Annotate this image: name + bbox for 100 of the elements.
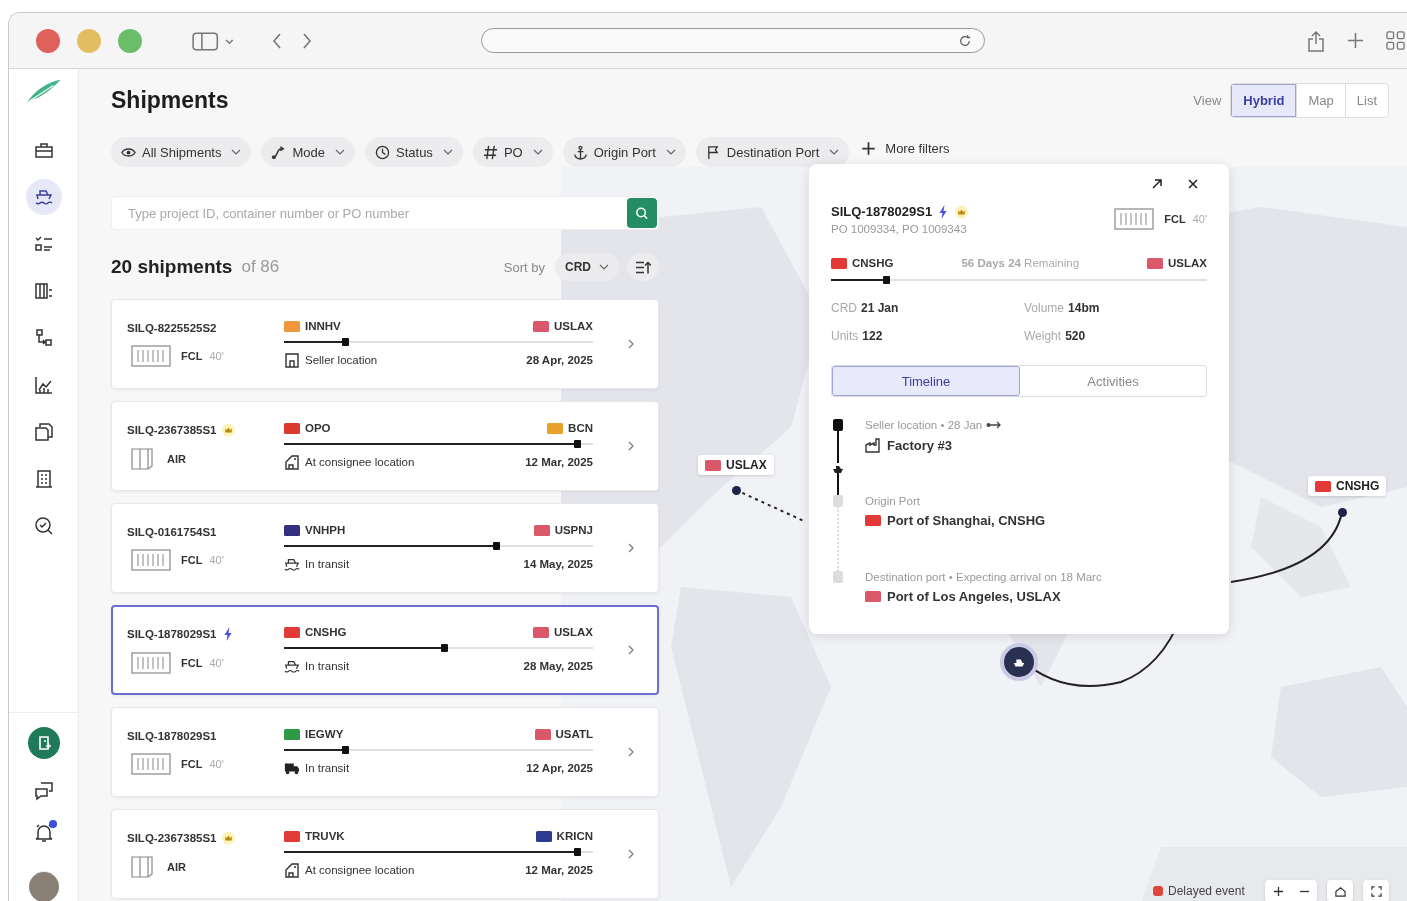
sort-icon (635, 259, 651, 275)
fullscreen-icon (1370, 885, 1382, 897)
stat-label: CRD (831, 301, 857, 315)
mode-label: FCL (181, 553, 203, 566)
shipment-id: SILQ-8225525S2 (127, 321, 217, 334)
view-label: View (1193, 92, 1222, 108)
shipment-card[interactable]: SILQ-1878029S1 FCL 40' IEGWY USATL In transit 12 Apr, 2025 (111, 707, 659, 797)
mode-label: FCL (181, 656, 203, 669)
shipment-id: SILQ-1878029S1 (127, 729, 217, 742)
close-window-button[interactable] (36, 28, 60, 53)
back-icon[interactable] (272, 31, 282, 50)
factory-icon (865, 437, 881, 453)
view-tab[interactable]: Map (1296, 83, 1345, 117)
home-button[interactable] (1327, 880, 1353, 901)
page-title: Shipments (111, 86, 229, 114)
filter-dropdown[interactable]: Origin Port (562, 137, 686, 167)
search-button[interactable] (627, 198, 657, 228)
flow-icon (33, 328, 54, 348)
progress-marker (440, 644, 448, 652)
tab-overview-icon[interactable] (1386, 31, 1405, 50)
container-icon (1114, 208, 1155, 230)
sort-dropdown[interactable]: CRD (555, 253, 619, 281)
chevron-right-icon (628, 543, 634, 553)
filter-dropdown[interactable]: Status (365, 137, 463, 167)
address-bar[interactable] (481, 28, 985, 53)
view-tab[interactable]: Hybrid (1231, 83, 1297, 117)
shipment-card[interactable]: SILQ-2367385S1 AIR TRUVK KRICN At consignee location 12 Mar, 2025 (111, 809, 659, 899)
container-size: 40' (209, 757, 224, 770)
shipment-total: of 86 (241, 257, 280, 277)
warehouse-icon (284, 454, 300, 470)
event-title: Port of Los Angeles, USLAX (887, 589, 1061, 604)
stat-value: 520 (1065, 329, 1086, 343)
destination-port: USATL (555, 728, 593, 740)
stat-label: Units (831, 329, 859, 343)
arrow-icon (986, 421, 1003, 429)
ship-icon (284, 658, 300, 674)
container-size: 40' (209, 553, 224, 566)
container-icon (131, 651, 171, 674)
shipment-card[interactable]: SILQ-0161754S1 FCL 40' VNHPH USPNJ In transit 14 May, 2025 (111, 503, 659, 593)
filter-dropdown[interactable]: All Shipments (111, 137, 252, 167)
chevron-down-icon (335, 149, 345, 155)
filter-dropdown[interactable]: PO (472, 137, 553, 167)
chevron-right-icon (628, 849, 634, 859)
filter-dropdown[interactable]: Destination Port (695, 137, 850, 167)
briefcase-icon (33, 140, 54, 160)
container-size: 40' (209, 656, 224, 669)
plus-icon (1272, 885, 1284, 897)
shipment-id: SILQ-0161754S1 (127, 525, 217, 538)
forward-icon[interactable] (302, 31, 312, 50)
stat-value: 122 (862, 329, 883, 343)
shipment-card[interactable]: SILQ-8225525S2 FCL 40' INNHV USLAX Seller location 28 Apr, 2025 (111, 299, 659, 389)
shipment-card[interactable]: SILQ-2367385S1 AIR OPO BCN At consignee location 12 Mar, 2025 (111, 401, 659, 491)
search-field[interactable]: Type project ID, container number or PO number (111, 196, 659, 230)
add-document-button[interactable] (27, 727, 60, 759)
progress-marker (493, 542, 501, 550)
chevron-down-icon (231, 149, 242, 155)
container-size: 40' (209, 349, 224, 362)
plus-icon (861, 140, 877, 156)
mode-label: FCL (181, 757, 203, 770)
columns-icon (33, 281, 54, 301)
shipment-date: 12 Mar, 2025 (525, 456, 593, 468)
shipment-id: SILQ-2367385S1 (127, 423, 217, 436)
container-size: 40' (1192, 213, 1207, 225)
view-tab[interactable]: List (1344, 83, 1388, 117)
new-tab-icon[interactable] (1347, 32, 1364, 49)
port-dot[interactable] (1338, 508, 1347, 517)
origin-port: IEGWY (305, 728, 344, 740)
shipment-card[interactable]: SILQ-1878029S1 FCL 40' CNSHG USLAX In transit 28 May, 2025 (111, 605, 659, 695)
building-icon (33, 469, 54, 489)
flag-icon (705, 144, 721, 160)
shipment-date: 14 May, 2025 (523, 558, 593, 570)
nav-button[interactable] (25, 179, 62, 215)
port-dot[interactable] (732, 486, 741, 495)
origin-port: INNHV (305, 320, 341, 332)
chart-icon (33, 375, 54, 395)
more-filters-link[interactable]: More filters (859, 139, 950, 157)
origin-port: OPO (305, 422, 331, 434)
documents-icon (33, 422, 54, 442)
anchor-icon (572, 144, 588, 160)
port-label[interactable]: CNSHG (1308, 476, 1387, 496)
stat-value: 14bm (1068, 301, 1100, 315)
filter-dropdown[interactable]: Mode (261, 137, 355, 167)
home-icon (1334, 885, 1346, 897)
legend-label: Delayed event (1168, 884, 1245, 898)
fullscreen-button[interactable] (1363, 880, 1389, 901)
reload-icon[interactable] (958, 33, 972, 48)
shipment-count: 20 shipments (111, 256, 233, 278)
close-icon[interactable] (1187, 178, 1199, 190)
avatar[interactable] (28, 871, 59, 901)
container-icon (131, 344, 171, 367)
expand-icon[interactable] (1151, 178, 1163, 190)
detail-tab[interactable]: Timeline (832, 366, 1020, 396)
chat-icon[interactable] (33, 781, 54, 801)
route-icon (271, 144, 287, 160)
port-label[interactable]: USLAX (698, 455, 774, 475)
share-icon[interactable] (1307, 29, 1325, 52)
bell-icon[interactable] (33, 823, 54, 843)
chevron-right-icon (628, 645, 634, 655)
detail-tab[interactable]: Activities (1020, 366, 1206, 396)
shipment-status: At consignee location (305, 864, 415, 876)
